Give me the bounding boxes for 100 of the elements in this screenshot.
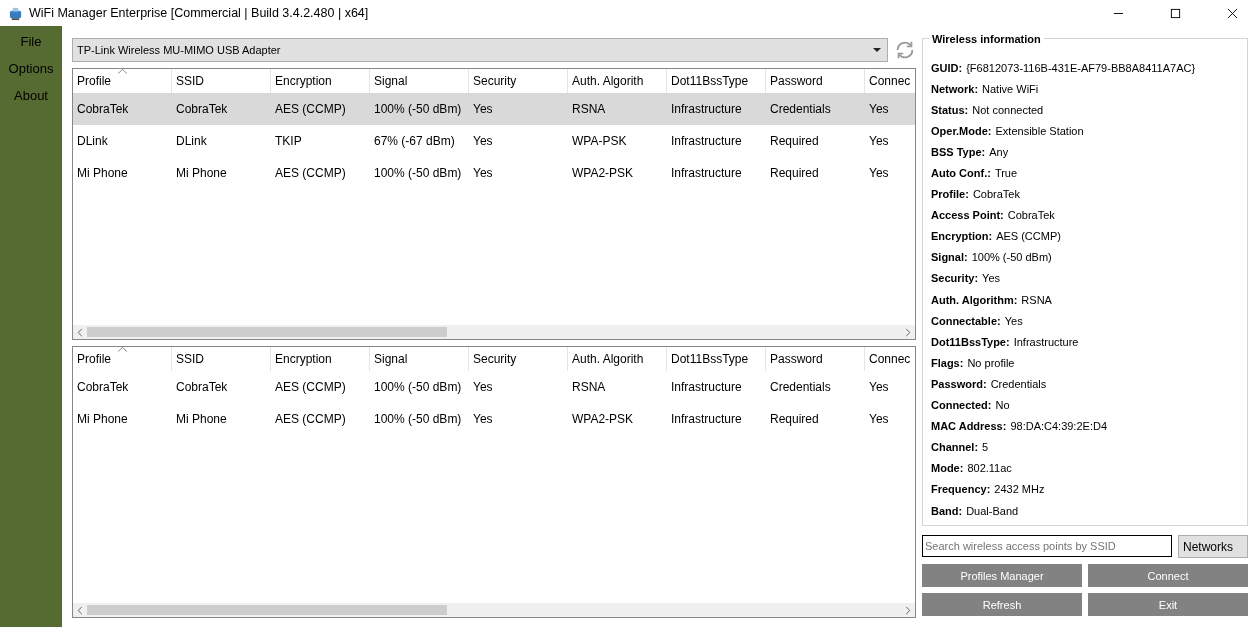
sort-caret-icon <box>118 347 127 352</box>
table-cell-text: RSNA <box>571 380 607 394</box>
table-cell-text: Yes <box>868 380 890 394</box>
info-label: Network: <box>931 82 979 95</box>
info-value: Extensible Station <box>995 124 1084 137</box>
table-row[interactable]: DLink DLink TKIP 67% (-67 dBm) Yes WPA-PSK Infrastructure Required Yes <box>73 125 915 157</box>
action-button[interactable]: Connect <box>1088 564 1248 587</box>
table-cell-text: Credentials <box>769 102 832 116</box>
table-cell-text: DLink <box>175 134 208 148</box>
info-value: Credentials <box>990 377 1047 390</box>
info-label: GUID: <box>931 61 963 74</box>
info-value: Any <box>989 145 1009 158</box>
table-row[interactable]: Mi Phone Mi Phone AES (CCMP) 100% (-50 dBm) Yes WPA2-PSK Infrastructure Required Yes <box>73 157 915 189</box>
column-header[interactable]: SSID <box>172 347 271 371</box>
menu-item[interactable]: About <box>14 88 48 103</box>
info-label: Connected: <box>931 399 992 412</box>
table-cell-text: WPA-PSK <box>571 134 628 148</box>
info-value: Infrastructure <box>1013 335 1079 348</box>
table-cell-text: Yes <box>868 102 890 116</box>
table-cell-text: Yes <box>472 412 494 426</box>
table-cell-text: Infrastructure <box>670 102 743 116</box>
column-header[interactable]: Security <box>469 347 568 371</box>
table-cell-text: Required <box>769 412 820 426</box>
info-label: Access Point: <box>931 209 1004 222</box>
menu-item[interactable]: File <box>20 34 42 49</box>
column-header[interactable]: Encryption <box>271 347 370 371</box>
table-cell-text: Mi Phone <box>175 412 228 426</box>
info-label: Channel: <box>931 441 979 454</box>
horizontal-scrollbar[interactable] <box>73 325 915 339</box>
menu-item[interactable]: Options <box>8 61 54 76</box>
info-value: 100% (-50 dBm) <box>971 251 1052 264</box>
info-label: Signal: <box>931 251 968 264</box>
info-label: Profile: <box>931 188 969 201</box>
adapter-dropdown[interactable]: TP-Link Wireless MU-MIMO USB Adapter <box>72 38 888 62</box>
info-value: 98:DA:C4:39:2E:D4 <box>1010 420 1107 433</box>
group-title: Wireless information <box>929 33 1044 45</box>
filter-dropdown[interactable]: Networks <box>1178 535 1248 558</box>
table-cell-text: RSNA <box>571 102 607 116</box>
refresh-icon[interactable] <box>894 39 916 61</box>
table-cell-text: Mi Phone <box>76 166 129 180</box>
info-value: 2432 MHz <box>994 483 1045 496</box>
info-label: BSS Type: <box>931 145 986 158</box>
info-value: Yes <box>982 272 1001 285</box>
table-cell-text: Infrastructure <box>670 412 743 426</box>
table-cell-text: Yes <box>868 166 890 180</box>
table-cell-text: WPA2-PSK <box>571 166 635 180</box>
info-value: 802.11ac <box>967 462 1012 475</box>
info-value: AES (CCMP) <box>996 230 1061 243</box>
info-value: RSNA <box>1021 293 1052 306</box>
table-cell-text: 100% (-50 dBm) <box>373 166 463 180</box>
table-cell-text: AES (CCMP) <box>274 166 347 180</box>
info-value: CobraTek <box>1007 209 1055 222</box>
info-label: Oper.Mode: <box>931 124 992 137</box>
info-label: Connectable: <box>931 314 1001 327</box>
column-header[interactable]: Connec <box>865 347 913 371</box>
info-label: Auth. Algorithm: <box>931 293 1018 306</box>
table-cell-text: 100% (-50 dBm) <box>373 102 463 116</box>
info-label: Security: <box>931 272 979 285</box>
table-cell-text: CobraTek <box>175 102 229 116</box>
table-cell-text: WPA2-PSK <box>571 412 635 426</box>
horizontal-scrollbar[interactable] <box>73 603 915 617</box>
info-value: Not connected <box>972 103 1044 116</box>
info-label: Encryption: <box>931 230 993 243</box>
table-row[interactable]: Mi Phone Mi Phone AES (CCMP) 100% (-50 dBm) Yes WPA2-PSK Infrastructure Required Yes <box>73 403 915 435</box>
table-cell-text: Infrastructure <box>670 166 743 180</box>
table-cell-text: Yes <box>472 380 494 394</box>
info-value: {F6812073-116B-431E-AF79-BB8A8411A7AC} <box>966 61 1196 74</box>
table-cell-text: CobraTek <box>76 102 130 116</box>
table-cell-text: 100% (-50 dBm) <box>373 380 463 394</box>
table-cell-text: Mi Phone <box>76 412 129 426</box>
table-cell-text: 100% (-50 dBm) <box>373 412 463 426</box>
action-button[interactable]: Refresh <box>922 593 1082 616</box>
column-header[interactable]: Signal <box>370 347 469 371</box>
column-header[interactable]: Auth. Algorith <box>568 347 667 371</box>
column-header[interactable]: Dot11BssType <box>667 347 766 371</box>
table-cell-text: AES (CCMP) <box>274 102 347 116</box>
action-button[interactable]: Profiles Manager <box>922 564 1082 587</box>
info-label: Flags: <box>931 356 964 369</box>
table-row[interactable]: CobraTek CobraTek AES (CCMP) 100% (-50 dBm) Yes RSNA Infrastructure Credentials Yes <box>73 371 915 403</box>
sort-caret-icon <box>118 69 127 74</box>
table-cell-text: 67% (-67 dBm) <box>373 134 456 148</box>
column-header[interactable]: Password <box>766 347 865 371</box>
action-button[interactable]: Exit <box>1088 593 1248 616</box>
table-row[interactable]: CobraTek CobraTek AES (CCMP) 100% (-50 dBm) Yes RSNA Infrastructure Credentials Yes <box>73 93 915 125</box>
search-field[interactable]: Search wireless access points by SSID <box>922 535 1172 557</box>
info-label: Mode: <box>931 462 964 475</box>
column-header[interactable]: Connec <box>865 69 913 93</box>
table-cell-text: Mi Phone <box>175 166 228 180</box>
info-label: Dot11BssType: <box>931 335 1010 348</box>
caret-icon <box>873 48 881 52</box>
table-cell-text: Yes <box>472 134 494 148</box>
table-cell-text: Credentials <box>769 380 832 394</box>
info-value: Yes <box>1004 314 1023 327</box>
info-value: Native WiFi <box>982 82 1039 95</box>
table-cell-text: AES (CCMP) <box>274 412 347 426</box>
table-cell-text: Yes <box>472 166 494 180</box>
table-cell-text: Required <box>769 166 820 180</box>
info-label: Password: <box>931 377 987 390</box>
column-header[interactable]: Profile <box>73 347 172 371</box>
table-cell-text: DLink <box>76 134 109 148</box>
